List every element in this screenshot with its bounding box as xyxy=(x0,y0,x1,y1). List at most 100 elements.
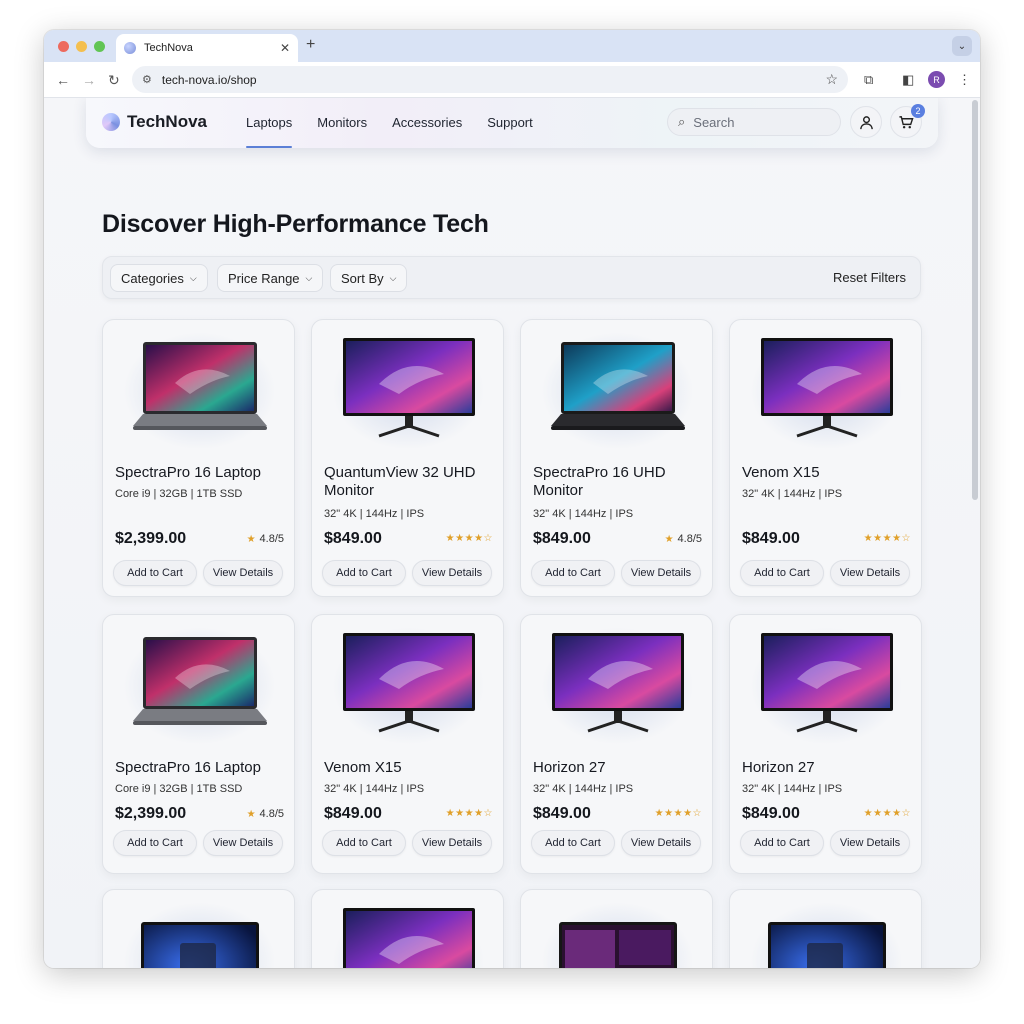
product-image[interactable] xyxy=(113,898,286,968)
site-logo[interactable]: TechNova xyxy=(102,112,207,132)
product-name[interactable]: Venom X15 xyxy=(742,464,912,482)
product-card[interactable]: Horizon 27 32" 4K | 144Hz | IPS $849.00 ★★★… xyxy=(520,614,713,874)
browser-window: TechNova ✕ + ⌄ ← → ↻ ⚙ ☆ ⧉ ◧ R ⋮ TechNov… xyxy=(44,30,980,968)
product-price: $849.00 xyxy=(742,530,800,547)
product-card[interactable] xyxy=(729,889,922,968)
logo-text: TechNova xyxy=(127,112,207,131)
page-title: Discover High-Performance Tech xyxy=(102,210,489,238)
product-image[interactable] xyxy=(113,623,286,748)
nav-accessories[interactable]: Accessories xyxy=(392,115,462,130)
view-details-button[interactable]: View Details xyxy=(412,830,492,856)
product-picture xyxy=(125,338,275,443)
product-card[interactable]: Horizon 27 32" 4K | 144Hz | IPS $849.00 ★★★… xyxy=(729,614,922,874)
cart-count-badge: 2 xyxy=(911,104,925,118)
product-picture xyxy=(543,338,693,443)
minimize-window-button[interactable] xyxy=(76,41,87,52)
product-card[interactable]: SpectraPro 16 Laptop Core i9 | 32GB | 1TB… xyxy=(102,614,295,874)
product-image[interactable] xyxy=(322,898,495,968)
bookmark-star-icon[interactable]: ☆ xyxy=(825,71,838,88)
product-image[interactable] xyxy=(740,328,913,453)
product-image[interactable] xyxy=(113,328,286,453)
reload-icon[interactable]: ↻ xyxy=(108,71,120,89)
add-to-cart-button[interactable]: Add to Cart xyxy=(740,560,824,586)
back-icon[interactable]: ← xyxy=(56,71,70,89)
product-image[interactable] xyxy=(531,898,704,968)
tab-menu-icon[interactable]: ⌄ xyxy=(952,36,972,56)
maximize-window-button[interactable] xyxy=(94,41,105,52)
site-header: TechNova Laptops Monitors Accessories Su… xyxy=(86,98,938,148)
account-button[interactable] xyxy=(850,106,882,138)
extensions-icon[interactable]: ⧉ xyxy=(864,72,873,88)
chevron-down-icon: ⌵ xyxy=(189,272,197,283)
product-name[interactable]: SpectraPro 16 Laptop xyxy=(115,759,285,777)
product-image[interactable] xyxy=(531,623,704,748)
view-details-button[interactable]: View Details xyxy=(412,560,492,586)
product-card[interactable]: SpectraPro 16 UHD Monitor 32" 4K | 144Hz … xyxy=(520,319,713,597)
product-name[interactable]: Venom X15 xyxy=(324,759,494,777)
chevron-down-icon: ⌵ xyxy=(389,272,397,283)
view-details-button[interactable]: View Details xyxy=(621,830,701,856)
chevron-down-icon: ⌵ xyxy=(305,272,313,283)
site-info-icon[interactable]: ⚙ xyxy=(142,73,152,86)
nav-support[interactable]: Support xyxy=(487,115,533,130)
close-tab-icon[interactable]: ✕ xyxy=(280,41,290,55)
close-window-button[interactable] xyxy=(58,41,69,52)
product-card[interactable] xyxy=(520,889,713,968)
view-details-button[interactable]: View Details xyxy=(203,830,283,856)
star-rating-icons: ★★★★☆ xyxy=(654,808,702,819)
product-image[interactable] xyxy=(322,623,495,748)
new-tab-icon[interactable]: + xyxy=(306,36,315,54)
product-image[interactable] xyxy=(740,623,913,748)
browser-menu-icon[interactable]: ⋮ xyxy=(958,72,971,88)
price-range-filter[interactable]: Price Range ⌵ xyxy=(217,264,324,292)
browser-tab[interactable]: TechNova ✕ xyxy=(116,34,298,62)
sort-by-filter[interactable]: Sort By ⌵ xyxy=(330,264,408,292)
add-to-cart-button[interactable]: Add to Cart xyxy=(740,830,824,856)
product-price: $849.00 xyxy=(742,805,800,822)
categories-filter[interactable]: Categories ⌵ xyxy=(110,264,208,292)
product-image[interactable] xyxy=(740,898,913,968)
reset-filters-button[interactable]: Reset Filters xyxy=(833,270,906,285)
nav-monitors[interactable]: Monitors xyxy=(317,115,367,130)
profile-avatar[interactable]: R xyxy=(928,71,945,88)
url-input[interactable] xyxy=(161,72,826,87)
product-card[interactable] xyxy=(102,889,295,968)
nav-laptops[interactable]: Laptops xyxy=(246,115,293,148)
product-name[interactable]: QuantumView 32 UHD Monitor xyxy=(324,464,494,500)
star-icon: ★ xyxy=(664,533,674,545)
logo-icon xyxy=(102,113,120,131)
add-to-cart-button[interactable]: Add to Cart xyxy=(322,560,406,586)
view-details-button[interactable]: View Details xyxy=(830,560,910,586)
search-box[interactable]: ⌕ Search xyxy=(667,108,841,136)
view-details-button[interactable]: View Details xyxy=(830,830,910,856)
star-icon: ★ xyxy=(246,533,256,545)
user-icon xyxy=(859,115,873,129)
forward-icon[interactable]: → xyxy=(82,71,96,89)
product-image[interactable] xyxy=(322,328,495,453)
product-card[interactable]: Venom X15 32" 4K | 144Hz | IPS $849.00 ★★★★… xyxy=(311,614,504,874)
add-to-cart-button[interactable]: Add to Cart xyxy=(531,830,615,856)
product-card[interactable]: Venom X15 32" 4K | 144Hz | IPS $849.00 ★★★★… xyxy=(729,319,922,597)
add-to-cart-button[interactable]: Add to Cart xyxy=(531,560,615,586)
product-name[interactable]: Horizon 27 xyxy=(742,759,912,777)
add-to-cart-button[interactable]: Add to Cart xyxy=(113,560,197,586)
product-card[interactable]: QuantumView 32 UHD Monitor 32" 4K | 144Hz… xyxy=(311,319,504,597)
view-details-button[interactable]: View Details xyxy=(621,560,701,586)
product-card[interactable] xyxy=(311,889,504,968)
add-to-cart-button[interactable]: Add to Cart xyxy=(322,830,406,856)
view-details-button[interactable]: View Details xyxy=(203,560,283,586)
add-to-cart-button[interactable]: Add to Cart xyxy=(113,830,197,856)
scrollbar[interactable] xyxy=(972,100,978,500)
product-name[interactable]: SpectraPro 16 Laptop xyxy=(115,464,285,482)
product-image[interactable] xyxy=(531,328,704,453)
product-rating: ★★★★☆ xyxy=(864,808,911,819)
product-name[interactable]: SpectraPro 16 UHD Monitor xyxy=(533,464,703,500)
sort-by-label: Sort By xyxy=(341,270,384,286)
product-rating: ★ 4.8/5 xyxy=(247,533,284,545)
address-bar[interactable]: ⚙ ☆ xyxy=(132,66,848,93)
cart-button[interactable]: 2 xyxy=(890,104,925,138)
side-panel-icon[interactable]: ◧ xyxy=(902,72,914,88)
product-card[interactable]: SpectraPro 16 Laptop Core i9 | 32GB | 1TB… xyxy=(102,319,295,597)
product-name[interactable]: Horizon 27 xyxy=(533,759,703,777)
product-specs: 32" 4K | 144Hz | IPS xyxy=(742,783,843,795)
